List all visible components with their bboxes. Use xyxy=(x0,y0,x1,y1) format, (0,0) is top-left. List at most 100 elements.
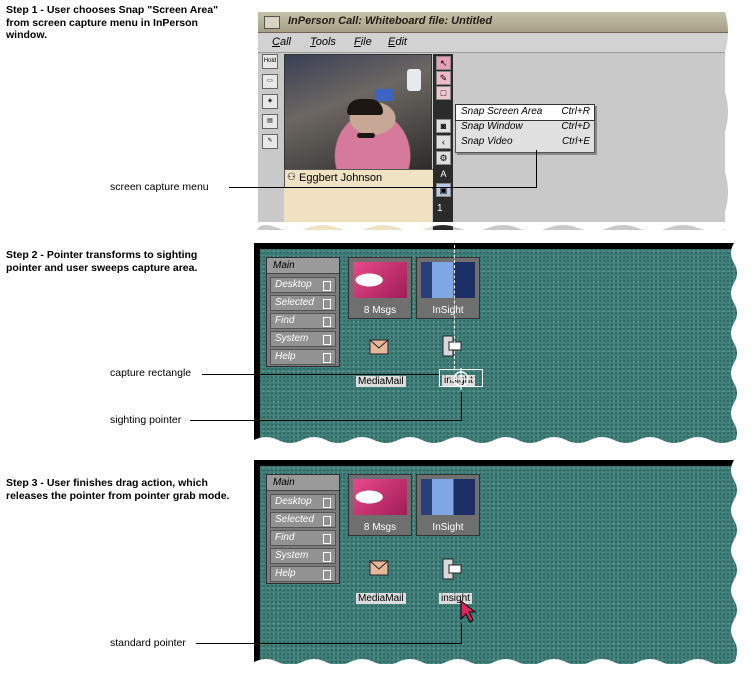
toolchest-item-label: Help xyxy=(275,568,296,579)
sweep-guide-line xyxy=(454,245,455,369)
toolchest-item-find[interactable]: Find xyxy=(270,530,336,546)
person-icon: ⚇ xyxy=(287,172,296,183)
step1-caption-line: Step 1 - User chooses Snap "Screen Area" xyxy=(6,4,219,16)
drawer-icon xyxy=(323,281,331,291)
camera-tool-icon[interactable]: ◙ xyxy=(436,119,451,133)
menu-item-accel: Ctrl+E xyxy=(561,136,590,147)
torn-edge-bottom xyxy=(254,659,740,668)
drawer-icon xyxy=(323,552,331,562)
toolchest-item-selected[interactable]: Selected xyxy=(270,295,336,311)
inperson-window: InPerson Call: Whiteboard file: Untitled… xyxy=(258,12,728,230)
menu-item-label: Snap Screen Area xyxy=(461,106,543,117)
drawer-icon xyxy=(323,570,331,580)
toolchest-item-find[interactable]: Find xyxy=(270,313,336,329)
mustache-shape xyxy=(357,133,375,138)
drawer-icon xyxy=(323,317,331,327)
speaker-icon[interactable]: ◈ xyxy=(262,94,278,109)
desktop-panel-step3: Main Desktop Selected Find System Help 8… xyxy=(254,460,740,664)
window-titlebar[interactable]: InPerson Call: Whiteboard file: Untitled xyxy=(258,12,728,33)
snapshot-tool-icon[interactable]: ▣ xyxy=(436,183,451,197)
call-controls: Hold ▭ ◈ ▤ ✎ xyxy=(262,54,280,230)
mediamail-icon[interactable] xyxy=(367,334,391,358)
step3-caption-line: releases the pointer from pointer grab m… xyxy=(6,489,230,502)
toolchest-menu: Main Desktop Selected Find System Help xyxy=(266,474,340,584)
toolchest-item-desktop[interactable]: Desktop xyxy=(270,277,336,293)
participant-name: Eggbert Johnson xyxy=(299,172,383,184)
arc-tool-icon[interactable]: ‹ xyxy=(436,135,451,149)
toolchest-item-system[interactable]: System xyxy=(270,548,336,564)
toolchest-item-help[interactable]: Help xyxy=(270,566,336,582)
torn-edge xyxy=(258,222,728,231)
mailbox-icon xyxy=(353,479,407,515)
toolchest-item-label: Find xyxy=(275,532,295,543)
insight-icon xyxy=(421,479,475,515)
snap-window-item[interactable]: Snap Window Ctrl+D xyxy=(456,120,594,135)
desktop-edge xyxy=(254,460,740,466)
text-tool-icon[interactable]: A xyxy=(436,167,451,181)
step1-caption: Step 1 - User chooses Snap "Screen Area"… xyxy=(6,4,218,42)
sighting-pointer-callout: sighting pointer xyxy=(110,414,182,426)
desktop-panel-step2: Main Desktop Selected Find System Help 8… xyxy=(254,243,740,443)
step3-caption-line: Step 3 - User finishes drag action, whic… xyxy=(6,477,208,489)
menu-edit[interactable]: Edit xyxy=(388,36,407,48)
snap-screen-area-item[interactable]: Snap Screen Area Ctrl+R xyxy=(455,104,595,121)
icon-label: InSight xyxy=(432,305,464,316)
mail-icon-box[interactable]: 8 Msgs xyxy=(348,257,412,319)
toolchest-item-label: System xyxy=(275,550,309,561)
mediamail-icon[interactable] xyxy=(367,555,391,579)
participant-namebar: ⚇ Eggbert Johnson xyxy=(284,169,434,189)
icon-label: InSight xyxy=(432,522,464,533)
torn-edge-bottom xyxy=(254,437,740,446)
icon-label: 8 Msgs xyxy=(363,305,397,316)
menubar: Call Tools File Edit xyxy=(258,33,728,53)
window-title: InPerson Call: Whiteboard file: Untitled xyxy=(288,15,493,27)
toolchest-item-label: Selected xyxy=(275,514,314,525)
toolchest-item-label: Help xyxy=(275,351,296,362)
snap-video-item[interactable]: Snap Video Ctrl+E xyxy=(456,135,594,150)
toolchest-item-desktop[interactable]: Desktop xyxy=(270,494,336,510)
torn-edge-right xyxy=(731,243,742,443)
mailbox-icon xyxy=(353,262,407,298)
toolchest-item-selected[interactable]: Selected xyxy=(270,512,336,528)
toolchest-item-help[interactable]: Help xyxy=(270,349,336,365)
rectangle-tool-icon[interactable]: □ xyxy=(436,86,451,100)
toolchest-item-label: Selected xyxy=(275,297,314,308)
insight-small-icon[interactable] xyxy=(439,557,463,581)
gear-tool-icon[interactable]: ⚙ xyxy=(436,151,451,165)
monitor-icon[interactable]: ▭ xyxy=(262,74,278,89)
insight-small-icon[interactable] xyxy=(439,334,463,358)
insight-icon-box[interactable]: InSight xyxy=(416,257,480,319)
window-menu-button[interactable] xyxy=(264,16,280,29)
menu-item-accel: Ctrl+R xyxy=(561,106,590,117)
step1-caption-line: window. xyxy=(6,29,48,41)
drawer-icon xyxy=(323,299,331,309)
toolchest-menu: Main Desktop Selected Find System Help xyxy=(266,257,340,367)
menu-item-accel: Ctrl+D xyxy=(561,121,590,132)
drawer-icon xyxy=(323,516,331,526)
step2-caption-line: Step 2 - Pointer transforms to sighting xyxy=(6,249,198,261)
hair-shape xyxy=(347,99,383,115)
standard-pointer-icon xyxy=(460,600,477,623)
mail-icon-box[interactable]: 8 Msgs xyxy=(348,474,412,536)
step3-caption: Step 3 - User finishes drag action, whic… xyxy=(6,477,229,502)
pointer-tool-icon[interactable]: ↖ xyxy=(436,56,451,70)
drawer-icon xyxy=(323,498,331,508)
sighting-pointer-icon xyxy=(450,368,472,390)
screen-capture-popup: Snap Screen Area Ctrl+R Snap Window Ctrl… xyxy=(455,104,595,153)
torn-edge-right xyxy=(731,460,742,664)
edit-icon[interactable]: ✎ xyxy=(262,134,278,149)
menu-call[interactable]: Call xyxy=(272,36,291,48)
step1-caption-line: from screen capture menu in InPerson xyxy=(6,16,198,29)
toolchest-item-label: System xyxy=(275,333,309,344)
toolchest-item-system[interactable]: System xyxy=(270,331,336,347)
desktop-edge xyxy=(254,460,260,664)
hold-button[interactable]: Hold xyxy=(262,54,278,69)
save-icon[interactable]: ▤ xyxy=(262,114,278,129)
pencil-tool-icon[interactable]: ✎ xyxy=(436,71,451,85)
lamp-shape xyxy=(407,69,421,91)
menu-tools[interactable]: Tools xyxy=(310,36,336,48)
whiteboard-toolbar: ↖ ✎ □ ◙ ‹ ⚙ A ▣ 1 xyxy=(433,54,453,230)
insight-icon-box[interactable]: InSight xyxy=(416,474,480,536)
menu-file[interactable]: File xyxy=(354,36,372,48)
desktop-edge xyxy=(254,243,740,249)
